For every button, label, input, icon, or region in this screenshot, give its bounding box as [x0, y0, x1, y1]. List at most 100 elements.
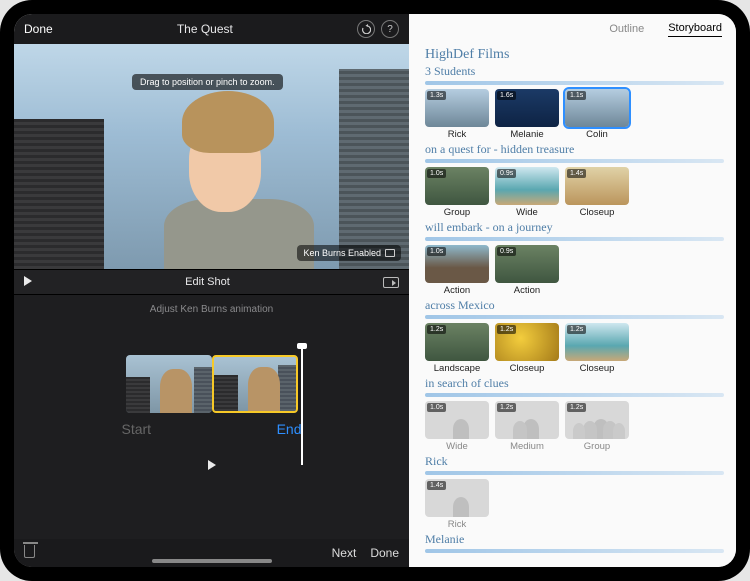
ken-burns-label: Ken Burns Enabled: [303, 248, 381, 258]
section-subtitle: 3 Students: [425, 64, 724, 79]
clip-thumbnail[interactable]: 1.0s: [425, 167, 489, 205]
playhead-marker[interactable]: [301, 345, 303, 465]
storyboard-clip[interactable]: 1.2s Landscape: [425, 323, 489, 374]
clips-row: 1.0s Action 0.9s Action: [425, 245, 724, 296]
tab-outline[interactable]: Outline: [609, 23, 644, 35]
clip-duration: 0.9s: [497, 169, 516, 178]
section-subtitle: across Mexico: [425, 298, 724, 313]
clip-label: Rick: [425, 519, 489, 530]
clip-thumbnail[interactable]: 1.4s: [425, 479, 489, 517]
section-divider: [425, 471, 724, 475]
clip-thumbnail[interactable]: 1.0s: [425, 401, 489, 439]
clip-preview[interactable]: Drag to position or pinch to zoom. Ken B…: [14, 44, 409, 269]
clip-label: Closeup: [495, 363, 559, 374]
section-divider: [425, 315, 724, 319]
ken-burns-badge[interactable]: Ken Burns Enabled: [297, 245, 401, 261]
clip-duration: 1.2s: [497, 325, 516, 334]
section-subtitle: on a quest for - hidden treasure: [425, 142, 724, 157]
ken-burns-keyframes: [126, 355, 298, 413]
storyboard-clip[interactable]: 1.3s Rick: [425, 89, 489, 140]
clip-duration: 1.0s: [427, 247, 446, 256]
editor-titlebar: Done The Quest ?: [14, 14, 409, 44]
clip-label: Landscape: [425, 363, 489, 374]
start-label[interactable]: Start: [122, 421, 152, 437]
done-button[interactable]: Done: [24, 22, 53, 36]
clip-label: Closeup: [565, 363, 629, 374]
ken-burns-panel: Adjust Ken Burns animation Start End: [14, 295, 409, 539]
storyboard-clip[interactable]: 1.0sGroup: [425, 167, 489, 218]
clip-thumbnail[interactable]: 1.3s: [425, 89, 489, 127]
edit-shot-label: Edit Shot: [32, 276, 383, 288]
section-divider: [425, 159, 724, 163]
storyboard-clip[interactable]: 1.2s Closeup: [565, 323, 629, 374]
storyboard-clip[interactable]: 1.4sCloseup: [565, 167, 629, 218]
section-subtitle: in search of clues: [425, 376, 724, 391]
clip-thumbnail[interactable]: 1.0s: [425, 245, 489, 283]
gesture-hint: Drag to position or pinch to zoom.: [132, 74, 283, 90]
clip-thumbnail[interactable]: 1.6s: [495, 89, 559, 127]
clip-thumbnail[interactable]: 1.2s: [425, 323, 489, 361]
clips-row: 1.2s Landscape 1.2s Closeup 1.2s Closeup: [425, 323, 724, 374]
clip-thumbnail[interactable]: 0.9s: [495, 167, 559, 205]
clip-duration: 1.2s: [567, 325, 586, 334]
clip-thumbnail[interactable]: 1.1s: [565, 89, 629, 127]
storyboard-clip[interactable]: 0.9s Wide: [495, 167, 559, 218]
clip-label: Wide: [495, 207, 559, 218]
section-divider: [425, 549, 724, 553]
ken-burns-instruction: Adjust Ken Burns animation: [150, 304, 273, 315]
clips-row: 1.0s Wide 1.2sMedium1.2sGroup: [425, 401, 724, 452]
clip-label: Action: [495, 285, 559, 296]
clips-row: 1.0sGroup 0.9s Wide 1.4sCloseup: [425, 167, 724, 218]
storyboard-header: HighDef Films: [425, 47, 724, 63]
trash-icon[interactable]: [24, 545, 35, 561]
ken-burns-labels: Start End: [122, 421, 302, 437]
end-label[interactable]: End: [277, 421, 302, 437]
clip-label: Wide: [425, 441, 489, 452]
preview-decor: [14, 119, 104, 269]
playback-mode-icon[interactable]: [383, 277, 399, 288]
storyboard-clip[interactable]: 1.0s Wide: [425, 401, 489, 452]
clip-duration: 1.2s: [567, 403, 586, 412]
clip-duration: 1.2s: [427, 325, 446, 334]
storyboard-clip[interactable]: 1.2s Closeup: [495, 323, 559, 374]
ken-burns-icon: [385, 249, 395, 257]
clip-thumbnail[interactable]: 1.2s: [495, 323, 559, 361]
ipad-frame: Done The Quest ? Drag to position or pin…: [0, 0, 750, 581]
help-icon[interactable]: ?: [381, 20, 399, 38]
ken-burns-play-icon[interactable]: [208, 459, 216, 473]
storyboard-pane: Outline Storyboard HighDef Films3 Studen…: [409, 14, 736, 567]
clip-duration: 0.9s: [497, 247, 516, 256]
clip-duration: 1.4s: [427, 481, 446, 490]
ken-burns-end-frame[interactable]: [212, 355, 298, 413]
undo-icon[interactable]: [357, 20, 375, 38]
preview-subject: [154, 69, 324, 269]
section-subtitle: Rick: [425, 454, 724, 469]
ken-burns-start-frame[interactable]: [126, 355, 212, 413]
section-subtitle: will embark - on a journey: [425, 220, 724, 235]
section-divider: [425, 81, 724, 85]
footer-done-button[interactable]: Done: [370, 546, 399, 560]
storyboard-scroll[interactable]: HighDef Films3 Students 1.3s Rick 1.6sMelan…: [409, 44, 736, 567]
storyboard-clip[interactable]: 1.2sGroup: [565, 401, 629, 452]
storyboard-clip[interactable]: 1.1sColin: [565, 89, 629, 140]
clip-thumbnail[interactable]: 1.2s: [495, 401, 559, 439]
clip-label: Action: [425, 285, 489, 296]
storyboard-clip[interactable]: 1.2sMedium: [495, 401, 559, 452]
clip-thumbnail[interactable]: 1.2s: [565, 401, 629, 439]
storyboard-clip[interactable]: 0.9s Action: [495, 245, 559, 296]
storyboard-clip[interactable]: 1.4s Rick: [425, 479, 489, 530]
clip-duration: 1.6s: [497, 91, 516, 100]
storyboard-clip[interactable]: 1.6sMelanie: [495, 89, 559, 140]
clip-thumbnail[interactable]: 1.4s: [565, 167, 629, 205]
section-divider: [425, 393, 724, 397]
project-title: The Quest: [61, 22, 349, 36]
clip-duration: 1.2s: [497, 403, 516, 412]
storyboard-clip[interactable]: 1.0s Action: [425, 245, 489, 296]
clip-label: Rick: [425, 129, 489, 140]
next-button[interactable]: Next: [332, 546, 357, 560]
clip-thumbnail[interactable]: 1.2s: [565, 323, 629, 361]
clips-row: 1.4s Rick: [425, 479, 724, 530]
play-icon[interactable]: [24, 276, 32, 289]
tab-storyboard[interactable]: Storyboard: [668, 22, 722, 37]
clip-thumbnail[interactable]: 0.9s: [495, 245, 559, 283]
